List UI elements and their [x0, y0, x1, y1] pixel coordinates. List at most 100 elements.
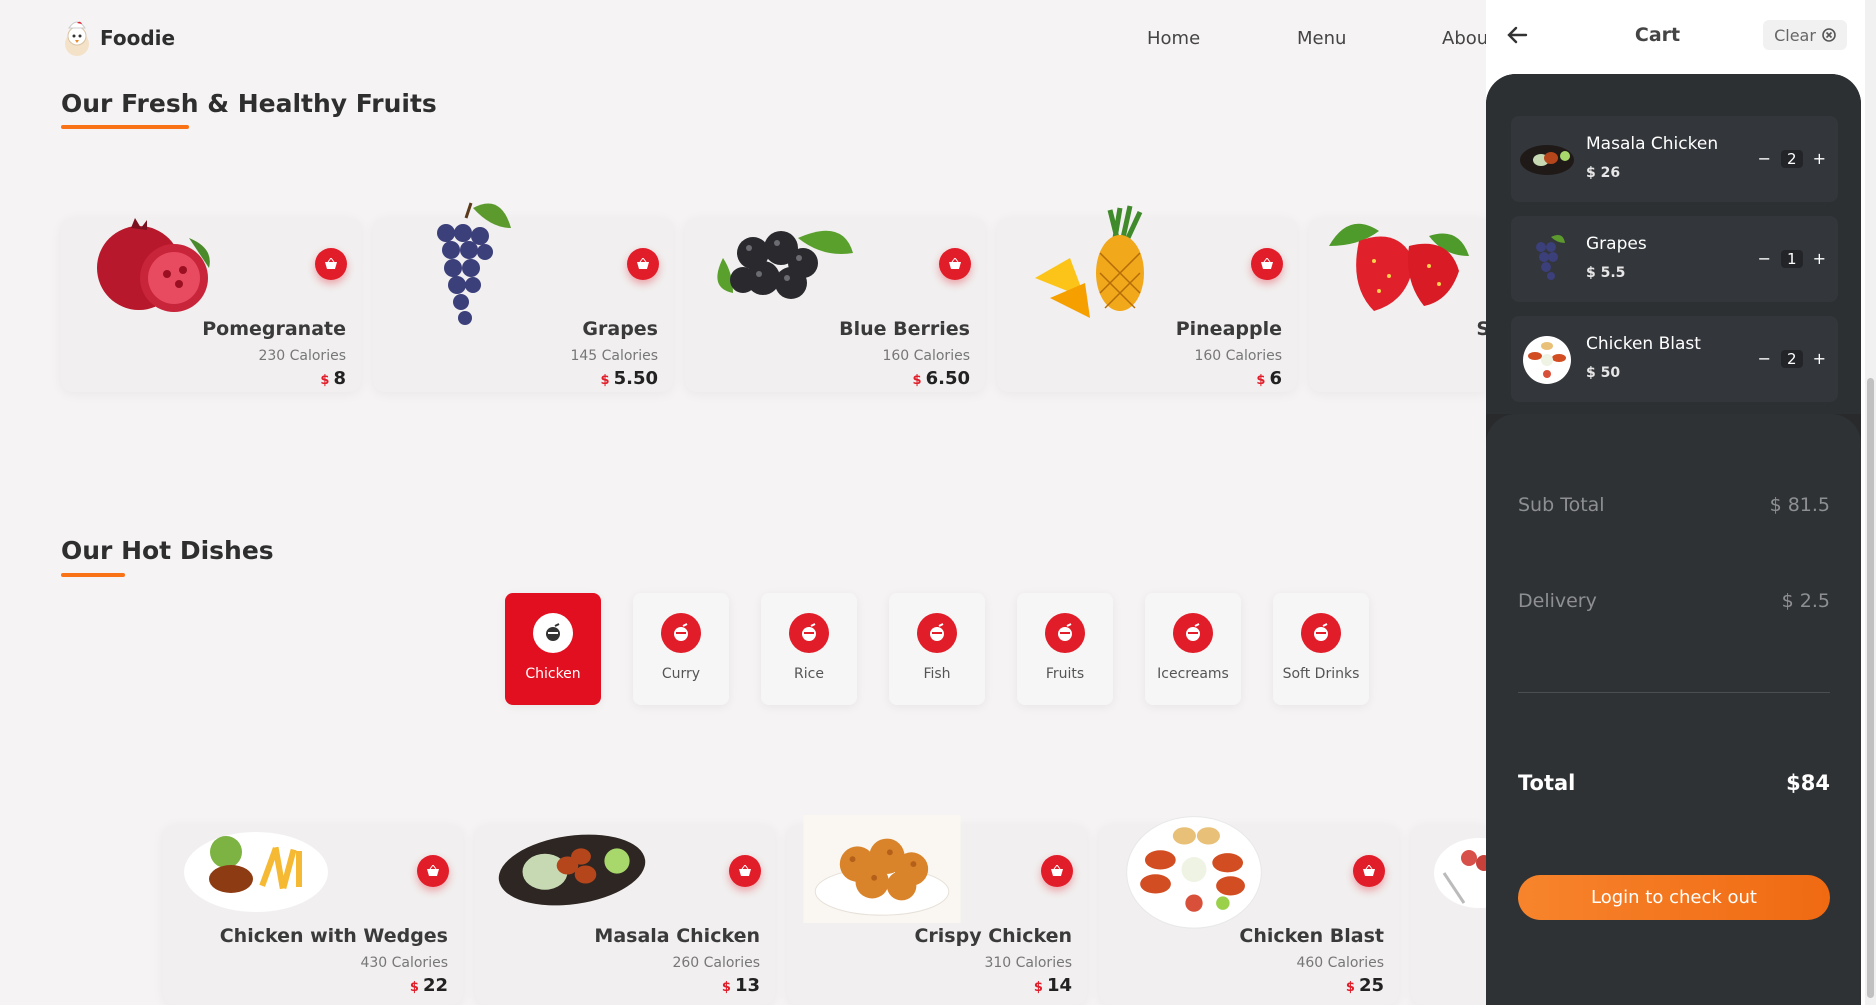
category-soft-drinks[interactable]: Soft Drinks — [1273, 593, 1369, 705]
category-label: Soft Drinks — [1282, 666, 1360, 682]
category-label: Curry — [661, 666, 701, 682]
fruits-section-title: Our Fresh & Healthy Fruits — [61, 89, 437, 118]
cart-item: Chicken Blast $ 50 − 2 + — [1511, 316, 1838, 402]
category-icon-wrap — [1301, 613, 1341, 653]
add-to-cart-button[interactable] — [1353, 855, 1385, 887]
increment-button[interactable]: + — [1813, 349, 1826, 368]
add-to-cart-button[interactable] — [1041, 855, 1073, 887]
category-chicken[interactable]: Chicken — [505, 593, 601, 705]
dish-name: Chicken with Wedges — [219, 925, 448, 947]
grapes-image — [437, 202, 511, 325]
food-bowl-icon — [802, 623, 816, 641]
decrement-button[interactable]: − — [1758, 149, 1771, 168]
category-fruits[interactable]: Fruits — [1017, 593, 1113, 705]
category-label: Icecreams — [1157, 666, 1229, 682]
category-rice[interactable]: Rice — [761, 593, 857, 705]
quantity-value: 2 — [1781, 349, 1803, 368]
add-to-cart-button[interactable] — [729, 855, 761, 887]
blueberries-image — [717, 230, 853, 299]
nav-about[interactable]: Abou — [1442, 28, 1488, 49]
category-label: Chicken — [525, 666, 581, 682]
fruit-card-strawberry: S — [1309, 218, 1486, 392]
currency-symbol: $ — [320, 373, 330, 388]
fruit-card-blue-berries: Blue Berries 160 Calories $6.50 — [685, 218, 985, 392]
delivery-label: Delivery — [1518, 590, 1597, 612]
dish-calories: 310 Calories — [984, 955, 1072, 971]
dish-price: $14 — [1034, 975, 1072, 996]
login-to-checkout-button[interactable]: Login to check out — [1518, 875, 1830, 920]
price-value: 8 — [333, 368, 346, 389]
cart-item-name: Chicken Blast — [1586, 334, 1701, 354]
price-value: 13 — [734, 975, 760, 996]
subtotal-row: Sub Total $ 81.5 — [1518, 494, 1830, 516]
crispy-chicken-image — [803, 815, 961, 923]
quantity-stepper: − 2 + — [1758, 149, 1826, 168]
price-value: 5.50 — [613, 368, 658, 389]
price-value: 14 — [1046, 975, 1072, 996]
chicken-blast-image — [1126, 816, 1262, 929]
delivery-value: $ 2.5 — [1781, 590, 1830, 612]
add-to-cart-button[interactable] — [417, 855, 449, 887]
dish-name: Masala Chicken — [594, 925, 760, 947]
clear-cart-button[interactable]: Clear — [1763, 20, 1847, 50]
nav-home[interactable]: Home — [1147, 28, 1200, 49]
dish-card-partial — [1411, 825, 1486, 1005]
cart-title: Cart — [1634, 24, 1681, 46]
dish-card-masala-chicken: Masala Chicken 260 Calories $13 — [475, 825, 775, 1005]
decrement-button[interactable]: − — [1758, 349, 1771, 368]
fruit-name: Blue Berries — [839, 318, 970, 340]
cart-item-name: Masala Chicken — [1586, 134, 1719, 154]
increment-button[interactable]: + — [1813, 149, 1826, 168]
category-icon-wrap — [789, 613, 829, 653]
quantity-stepper: − 1 + — [1758, 249, 1826, 268]
cart-item-name: Grapes — [1586, 234, 1647, 254]
fruit-name: Grapes — [582, 318, 658, 340]
cart-header: Cart Clear — [1486, 0, 1876, 74]
currency-symbol: $ — [1345, 980, 1355, 995]
dish-price: $25 — [1346, 975, 1384, 996]
category-icon-wrap — [1173, 613, 1213, 653]
fruit-name: Pomegranate — [202, 318, 346, 340]
cart-item-image — [1536, 235, 1565, 280]
dish-card-chicken-blast: Chicken Blast 460 Calories $25 — [1099, 816, 1399, 1005]
clear-x-icon — [1822, 28, 1836, 42]
dishes-title-underline — [61, 573, 125, 577]
page-scrollbar[interactable] — [1865, 0, 1876, 1005]
chef-logo-icon — [65, 21, 89, 56]
cart-item: Masala Chicken $ 26 − 2 + — [1511, 116, 1838, 202]
brand-logo[interactable]: Foodie — [60, 18, 175, 58]
currency-symbol: $ — [721, 980, 731, 995]
fruit-calories: 230 Calories — [258, 348, 346, 364]
total-label: Total — [1518, 771, 1576, 795]
decrement-button[interactable]: − — [1758, 249, 1771, 268]
quantity-value: 1 — [1781, 249, 1803, 268]
basket-icon — [637, 258, 649, 269]
fruit-card-pomegranate: Pomegranate 230 Calories $8 — [61, 218, 361, 392]
category-fish[interactable]: Fish — [889, 593, 985, 705]
add-to-cart-button[interactable] — [627, 248, 659, 280]
price-value: 6.50 — [925, 368, 970, 389]
basket-icon — [1051, 865, 1063, 876]
category-icecreams[interactable]: Icecreams — [1145, 593, 1241, 705]
scrollbar-thumb[interactable] — [1867, 378, 1874, 998]
category-curry[interactable]: Curry — [633, 593, 729, 705]
nav-menu[interactable]: Menu — [1297, 28, 1346, 49]
fruit-price: $8 — [320, 368, 346, 389]
category-label: Fish — [923, 666, 951, 682]
category-icon-wrap — [917, 613, 957, 653]
increment-button[interactable]: + — [1813, 249, 1826, 268]
dish-name: Crispy Chicken — [914, 925, 1072, 947]
dish-card-crispy-chicken: Crispy Chicken 310 Calories $14 — [787, 815, 1087, 1005]
category-label: Fruits — [1045, 666, 1085, 682]
add-to-cart-button[interactable] — [1251, 248, 1283, 280]
category-label: Rice — [794, 666, 824, 682]
subtotal-value: $ 81.5 — [1769, 494, 1830, 516]
add-to-cart-button[interactable] — [939, 248, 971, 280]
currency-symbol: $ — [1256, 373, 1266, 388]
add-to-cart-button[interactable] — [315, 248, 347, 280]
category-icon-wrap — [533, 613, 573, 653]
category-icon-wrap — [661, 613, 701, 653]
basket-icon — [739, 865, 751, 876]
total-row: Total $84 — [1518, 771, 1830, 795]
food-bowl-icon — [674, 623, 688, 641]
